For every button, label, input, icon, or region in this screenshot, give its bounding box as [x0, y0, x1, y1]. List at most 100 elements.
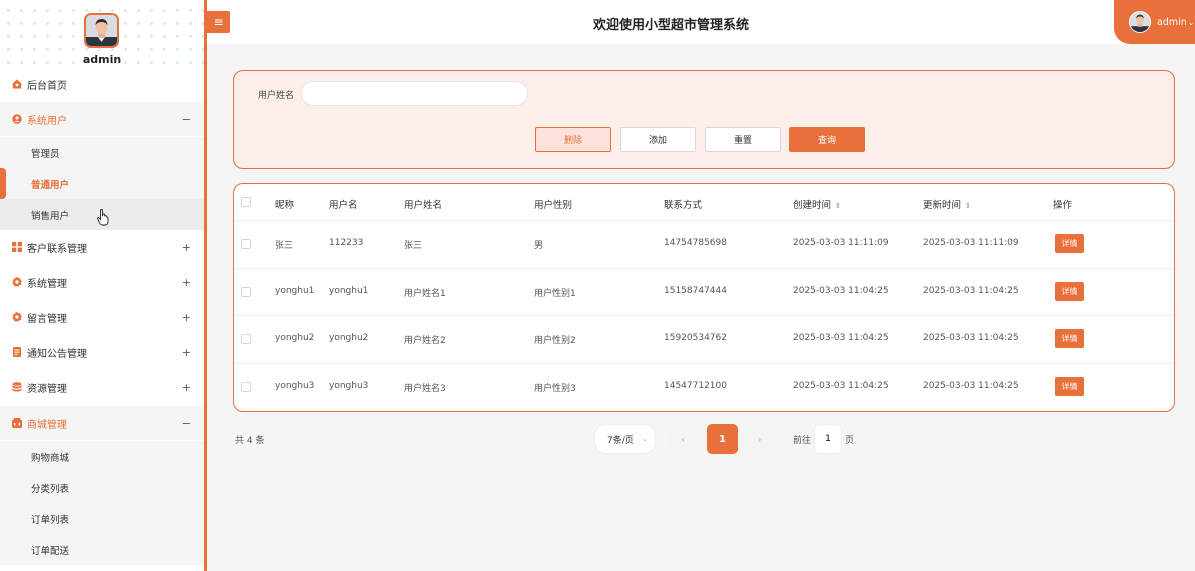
column-header-username[interactable]: 用户名: [329, 197, 358, 211]
chevron-down-icon: ⌄: [642, 435, 648, 443]
user-table: 昵称 用户名 用户姓名 用户性别 联系方式 创建时间 ⇕ 更新时间 ⇕ 操作 张三 …: [233, 183, 1175, 412]
cell-gender: 男: [534, 241, 544, 251]
detail-button[interactable]: 详情: [1055, 377, 1084, 396]
submenu-item-normal-users[interactable]: 普通用户: [0, 168, 204, 199]
page-size-select[interactable]: 7条/页 ⌄: [594, 424, 656, 454]
menu-label-message-manage: 留言管理: [27, 313, 67, 325]
column-header-actions: 操作: [1053, 200, 1073, 211]
menu-item-system-users[interactable]: 系统用户 −: [0, 102, 204, 136]
menu-item-resource-manage[interactable]: 资源管理 +: [0, 370, 204, 404]
user-avatar: [1129, 11, 1151, 33]
detail-button[interactable]: 详情: [1055, 282, 1084, 301]
submenu-item-order-list[interactable]: 订单列表: [0, 503, 204, 534]
page-button-current[interactable]: 1: [707, 424, 738, 454]
row-checkbox[interactable]: [241, 334, 251, 344]
menu-item-notice-manage[interactable]: 通知公告管理 +: [0, 335, 204, 369]
column-header-gender[interactable]: 用户性别: [534, 197, 572, 211]
query-button[interactable]: 查询: [789, 127, 865, 152]
sort-icon[interactable]: ⇕: [965, 202, 971, 210]
cell-updated: 2025-03-03 11:11:09: [923, 238, 1019, 248]
select-all-checkbox[interactable]: [241, 197, 251, 207]
cell-gender: 用户性别3: [534, 384, 576, 394]
menu-label-home: 后台首页: [27, 80, 67, 92]
cell-created: 2025-03-03 11:11:09: [793, 238, 889, 248]
next-page-button[interactable]: ›: [744, 424, 775, 454]
sidebar: admin 后台首页 系统用户 − 管理员 普通用户 销售用户 客户联系管理 +: [0, 0, 204, 571]
profile-name: admin: [82, 53, 122, 66]
hand-cursor-icon: [97, 209, 109, 226]
sort-icon[interactable]: ⇕: [835, 202, 841, 210]
menu-label-resource-manage: 资源管理: [27, 383, 67, 395]
collapse-icon: −: [181, 416, 191, 430]
goto-page-input[interactable]: [814, 424, 842, 454]
sidebar-border: [204, 0, 207, 571]
cell-username: yonghu2: [329, 333, 369, 343]
column-label-updated: 更新时间: [923, 200, 962, 211]
menu-item-customer-contact[interactable]: 客户联系管理 +: [0, 230, 204, 264]
divider: [234, 363, 1174, 364]
cell-contact: 14754785698: [664, 238, 727, 248]
menu-item-message-manage[interactable]: 留言管理 +: [0, 300, 204, 334]
app-title: 欢迎使用小型超市管理系统: [592, 18, 749, 33]
submenu-item-admin[interactable]: 管理员: [0, 137, 204, 168]
menu-label-customer-contact: 客户联系管理: [27, 243, 87, 255]
menu-item-mall-manage[interactable]: 商城管理 −: [0, 406, 204, 440]
row-checkbox[interactable]: [241, 287, 251, 297]
submenu-item-category-list[interactable]: 分类列表: [0, 472, 204, 503]
settings-icon: [12, 312, 22, 322]
add-button[interactable]: 添加: [620, 127, 696, 152]
divider: [234, 268, 1174, 269]
cell-gender: 用户性别1: [534, 289, 576, 299]
cell-realname: 张三: [404, 241, 423, 251]
menu-item-home[interactable]: 后台首页: [0, 67, 204, 101]
cell-updated: 2025-03-03 11:04:25: [923, 333, 1019, 343]
cell-created: 2025-03-03 11:04:25: [793, 333, 889, 343]
reset-button[interactable]: 重置: [705, 127, 781, 152]
menu-label-notice-manage: 通知公告管理: [27, 348, 87, 360]
chevron-down-icon: ⌄: [1187, 17, 1195, 27]
shop-icon: [12, 418, 22, 428]
goto-label: 前往: [793, 436, 812, 446]
collapse-icon: −: [181, 112, 191, 126]
row-checkbox[interactable]: [241, 239, 251, 249]
detail-button[interactable]: 详情: [1055, 329, 1084, 348]
column-header-realname[interactable]: 用户姓名: [404, 197, 442, 211]
cell-contact: 15920534762: [664, 333, 727, 343]
cell-gender: 用户性别2: [534, 336, 576, 346]
submenu-item-order-delivery[interactable]: 订单配送: [0, 534, 204, 565]
prev-page-button[interactable]: ‹: [668, 424, 699, 454]
admin-avatar[interactable]: [84, 13, 119, 48]
top-header: ≡ 欢迎使用小型超市管理系统 admin ⌄: [207, 0, 1195, 44]
home-icon: [12, 79, 22, 89]
column-header-created[interactable]: 创建时间 ⇕: [793, 197, 841, 211]
cell-contact: 14547712100: [664, 381, 727, 391]
cell-contact: 15158747444: [664, 286, 727, 296]
detail-button[interactable]: 详情: [1055, 234, 1084, 253]
cell-nickname: yonghu1: [275, 286, 315, 296]
expand-icon: +: [181, 275, 191, 289]
column-header-contact[interactable]: 联系方式: [664, 197, 702, 211]
search-panel: 用户姓名 删除 添加 重置 查询: [233, 70, 1175, 169]
cell-updated: 2025-03-03 11:04:25: [923, 286, 1019, 296]
name-search-input[interactable]: [301, 81, 528, 106]
column-header-updated[interactable]: 更新时间 ⇕: [923, 197, 971, 211]
delete-button[interactable]: 删除: [535, 127, 611, 152]
column-label-created: 创建时间: [793, 200, 832, 211]
cell-created: 2025-03-03 11:04:25: [793, 286, 889, 296]
row-checkbox[interactable]: [241, 382, 251, 392]
submenu-item-shopping-mall[interactable]: 购物商城: [0, 441, 204, 472]
sidebar-profile: admin: [0, 0, 204, 70]
user-menu[interactable]: admin ⌄: [1114, 0, 1195, 44]
menu-item-system-manage[interactable]: 系统管理 +: [0, 265, 204, 299]
cell-realname: 用户姓名1: [404, 289, 446, 299]
cell-username: 112233: [329, 238, 364, 248]
user-circle-icon: [12, 114, 22, 124]
goto-suffix: 页: [845, 436, 855, 446]
cell-realname: 用户姓名2: [404, 336, 446, 346]
total-count: 共 4 条: [235, 436, 265, 446]
grid-icon: [12, 242, 22, 252]
column-header-nickname[interactable]: 昵称: [275, 197, 294, 211]
search-label: 用户姓名: [258, 91, 295, 101]
divider: [234, 220, 1174, 221]
database-icon: [12, 382, 22, 392]
